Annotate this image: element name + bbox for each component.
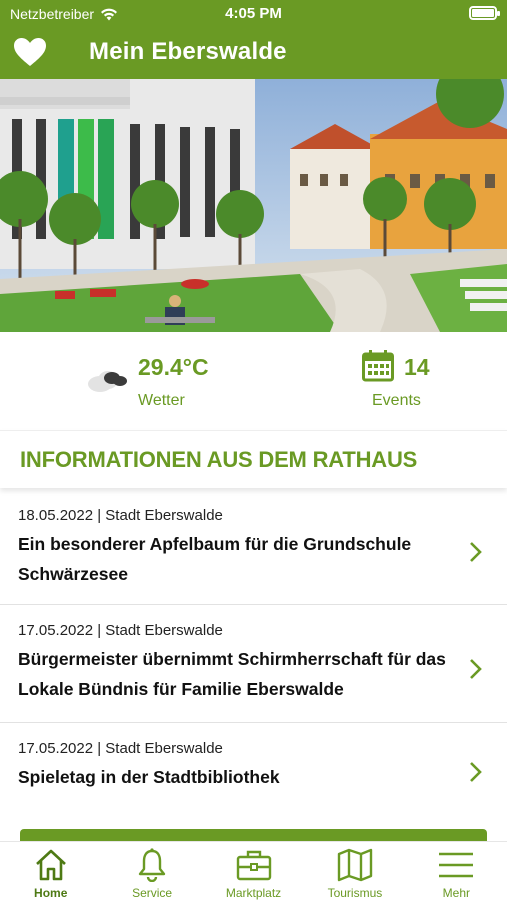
map-icon <box>337 848 373 882</box>
chevron-right-icon <box>470 658 482 679</box>
cloud-icon <box>88 371 127 392</box>
tab-bar: Home Service Marktplatz Tourismus Mehr <box>0 841 507 900</box>
heart-icon[interactable] <box>13 37 47 67</box>
tab-label: Marktplatz <box>225 886 282 900</box>
news-item[interactable]: 17.05.2022 | Stadt Eberswalde Spieletag … <box>0 723 507 811</box>
battery-icon <box>469 6 500 20</box>
tab-service[interactable]: Service <box>101 842 202 900</box>
tab-mehr[interactable]: Mehr <box>406 842 507 900</box>
tab-tourismus[interactable]: Tourismus <box>304 842 405 900</box>
news-meta: 18.05.2022 | Stadt Eberswalde <box>18 507 223 524</box>
briefcase-icon <box>236 850 271 881</box>
status-bar: Netzbetreiber 4:05 PM <box>0 0 507 28</box>
bell-icon <box>138 848 166 882</box>
tab-label: Home <box>34 886 68 900</box>
header: Netzbetreiber 4:05 PM Mein Eberswalde <box>0 0 507 79</box>
tab-label: Service <box>132 886 173 900</box>
app-title: Mein Eberswalde <box>89 38 287 65</box>
tab-label: Tourismus <box>327 886 383 900</box>
news-headline: Bürgermeister übernimmt Schirmherrschaft… <box>18 649 446 699</box>
news-headline: Ein besonderer Apfelbaum für die Grundsc… <box>18 534 412 584</box>
news-headline: Spieletag in der Stadtbibliothek <box>18 767 280 787</box>
calendar-icon <box>362 350 394 382</box>
info-widgets: 29.4°C Wetter 14 Events <box>0 332 507 430</box>
news-item[interactable]: 17.05.2022 | Stadt Eberswalde Bürgermeis… <box>0 605 507 723</box>
app-bar: Mein Eberswalde <box>0 28 507 79</box>
status-time: 4:05 PM <box>225 5 282 22</box>
tab-home[interactable]: Home <box>0 842 101 900</box>
section-title: INFORMATIONEN AUS DEM RATHAUS <box>20 447 418 472</box>
events-label: Events <box>372 392 421 409</box>
weather-label: Wetter <box>138 392 185 409</box>
events-count: 14 <box>404 354 430 380</box>
home-icon <box>35 849 66 881</box>
chevron-right-icon <box>470 762 482 782</box>
weather-value: 29.4°C <box>138 354 209 380</box>
news-meta: 17.05.2022 | Stadt Eberswalde <box>18 740 223 757</box>
news-meta: 17.05.2022 | Stadt Eberswalde <box>18 622 223 639</box>
section-header: INFORMATIONEN AUS DEM RATHAUS <box>0 430 507 488</box>
menu-icon <box>439 852 474 878</box>
news-item[interactable]: 18.05.2022 | Stadt Eberswalde Ein besond… <box>0 490 507 605</box>
chevron-right-icon <box>470 542 482 562</box>
hero-image <box>0 79 507 332</box>
news-list: 18.05.2022 | Stadt Eberswalde Ein besond… <box>0 490 507 811</box>
tab-label: Mehr <box>442 886 470 900</box>
tab-marktplatz[interactable]: Marktplatz <box>203 842 304 900</box>
